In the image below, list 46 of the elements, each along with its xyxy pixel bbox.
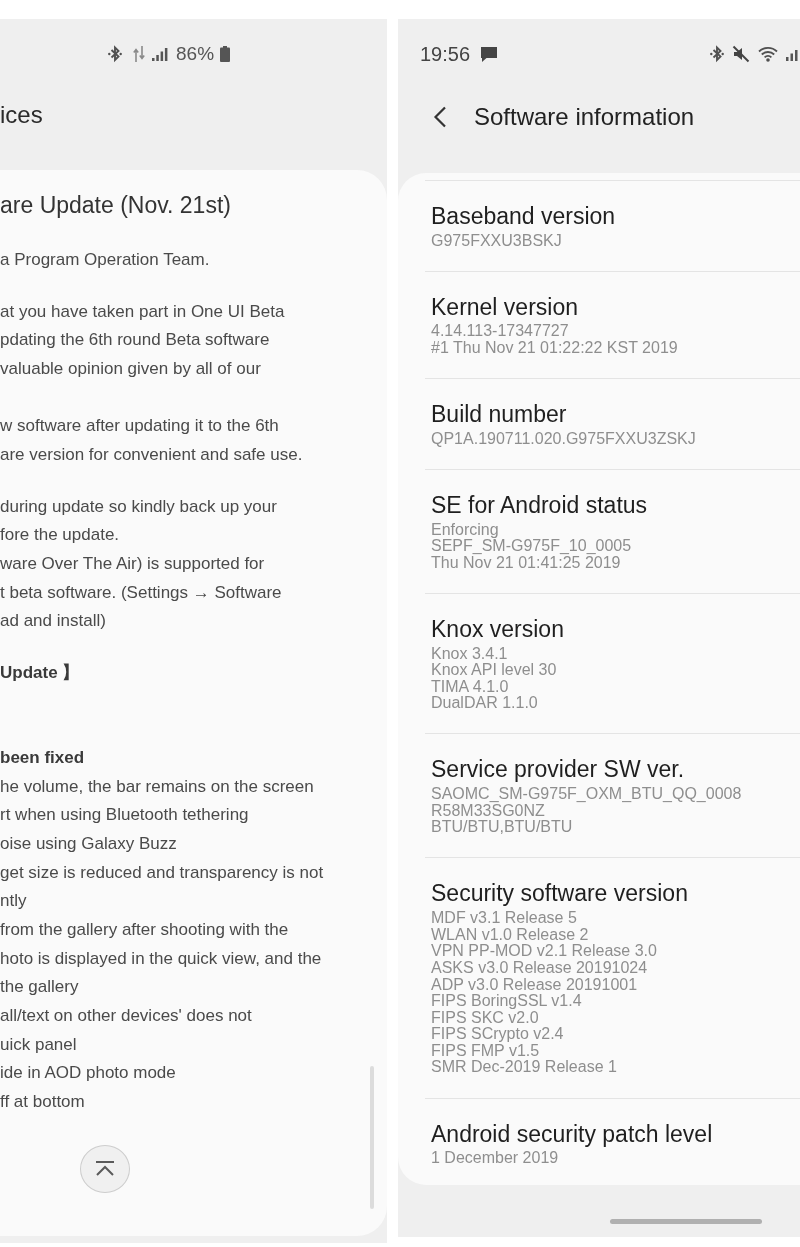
- section-heading: Update 】: [0, 661, 80, 684]
- list-item-text: he volume, the bar remains on the screen: [0, 775, 314, 798]
- subsection-heading: been fixed: [0, 747, 85, 769]
- info-title: Service provider SW ver.: [431, 756, 685, 783]
- list-item-text: ide in AOD photo mode: [0, 1062, 176, 1085]
- info-value: Enforcing SEPF_SM-G975F_10_0005 Thu Nov 21 01:41:25 2019: [431, 521, 632, 572]
- info-title: Android security patch level: [431, 1120, 713, 1147]
- chevron-left-icon: [433, 106, 447, 128]
- info-value: QP1A.190711.020.G975FXXU3ZSKJ: [431, 430, 696, 448]
- info-value: 1 December 2019: [431, 1150, 559, 1167]
- list-item-text: ware Over The Air) is supported for t beta software. (Settings → Software ad and install): [0, 552, 282, 633]
- info-title: Baseband version: [431, 203, 616, 229]
- paragraph-text: w software after updating it to the 6th are version for convenient and safe use.: [0, 415, 303, 466]
- info-value: Knox 3.4.1 Knox API level 30 TIMA 4.1.0 DualDAR 1.1.0: [431, 645, 557, 712]
- list-item-text: ff at bottom: [0, 1090, 85, 1113]
- bluetooth-icon: [108, 45, 122, 63]
- info-value: SAOMC_SM-G975F_OXM_BTU_QQ_0008 R58M33SG0NZ BTU/BTU,BTU/BTU: [431, 786, 742, 836]
- signal-icon: [152, 47, 168, 61]
- info-title: Kernel version: [431, 293, 579, 320]
- back-button[interactable]: [433, 105, 449, 129]
- signal-icon: [786, 47, 798, 61]
- paragraph-text: a Program Operation Team.: [0, 249, 210, 271]
- mute-icon: [732, 45, 750, 63]
- info-title: Knox version: [431, 615, 564, 642]
- data-arrows-icon: [133, 45, 145, 63]
- bluetooth-icon: [710, 45, 724, 63]
- info-title: Security software version: [431, 880, 688, 907]
- info-value: 4.14.113-17347727 #1 Thu Nov 21 01:22:22 KST 2019: [431, 323, 678, 357]
- list-item-text: rt when using Bluetooth tethering: [0, 804, 249, 827]
- screen-title: ices: [0, 101, 43, 129]
- status-time: 19:56: [420, 42, 471, 66]
- paragraph-text: at you have taken part in One UI Beta pdating the 6th round Beta software valuable opinion given by all of our: [0, 300, 285, 380]
- battery-percent: 86%: [176, 43, 215, 65]
- info-title: SE for Android status: [431, 491, 648, 518]
- wifi-icon: [758, 46, 778, 62]
- header-title: Software information: [474, 103, 695, 131]
- caret-up-icon: [94, 1159, 116, 1178]
- battery-icon: [220, 46, 231, 62]
- scroll-top-button[interactable]: [80, 1144, 130, 1193]
- info-value: G975FXXU3BSKJ: [431, 232, 562, 250]
- paragraph-text: during update so kindly back up your fore the update.: [0, 495, 277, 547]
- article-title: are Update (Nov. 21st): [0, 191, 231, 220]
- info-title: Build number: [431, 401, 567, 428]
- info-value: MDF v3.1 Release 5 WLAN v1.0 Release 2 VPN PP-MOD v2.1 Release 3.0 ASKS v3.0 Release 20191024 ADP v3.0 Release 20191001 FIPS BoringSSL v1.4 FIPS SKC v2.0 FIPS SCrypto v2.4 FIPS FMP v1.5 SMR Dec-2019 Release 1: [431, 910, 657, 1077]
- list-item-text: oise using Galaxy Buzz: [0, 833, 177, 855]
- message-icon: [480, 45, 499, 63]
